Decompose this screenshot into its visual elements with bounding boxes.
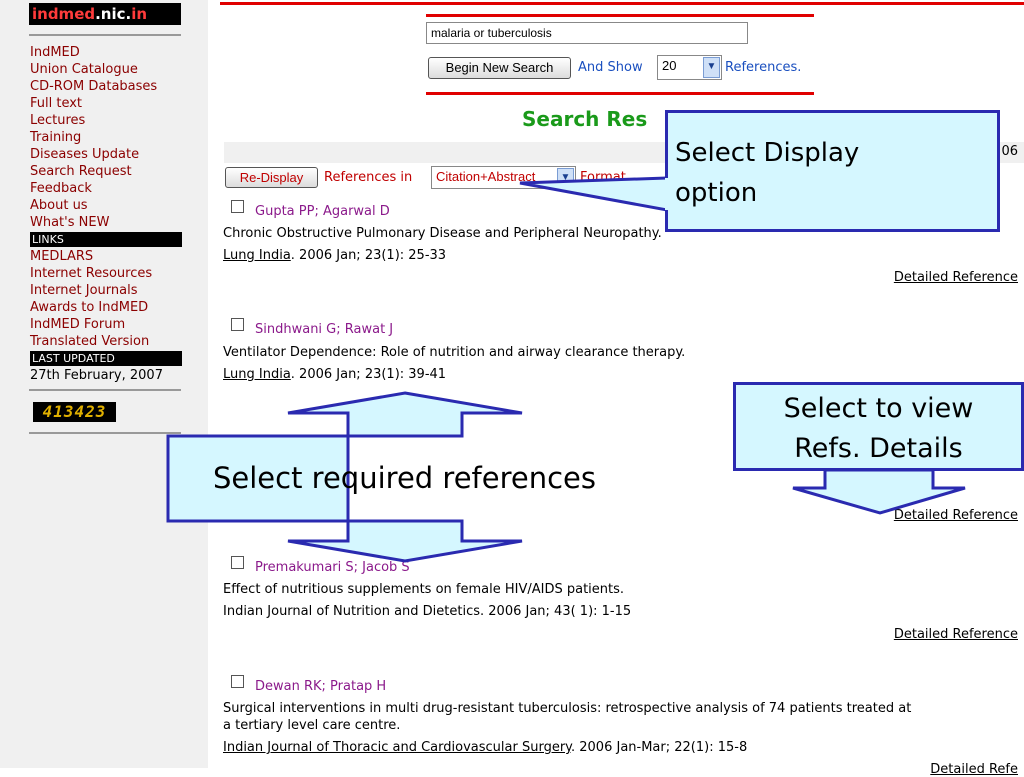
display-callout-pointer (519, 176, 669, 212)
callout-border-segment (665, 210, 668, 232)
callout-view-details: Select to view Refs. Details (733, 382, 1024, 471)
callout-select-display: Select Display option (665, 110, 1000, 232)
down-arrow-shape (792, 468, 966, 515)
callout-select-required: Select required references (213, 461, 596, 495)
callout-border-segment (665, 110, 668, 178)
